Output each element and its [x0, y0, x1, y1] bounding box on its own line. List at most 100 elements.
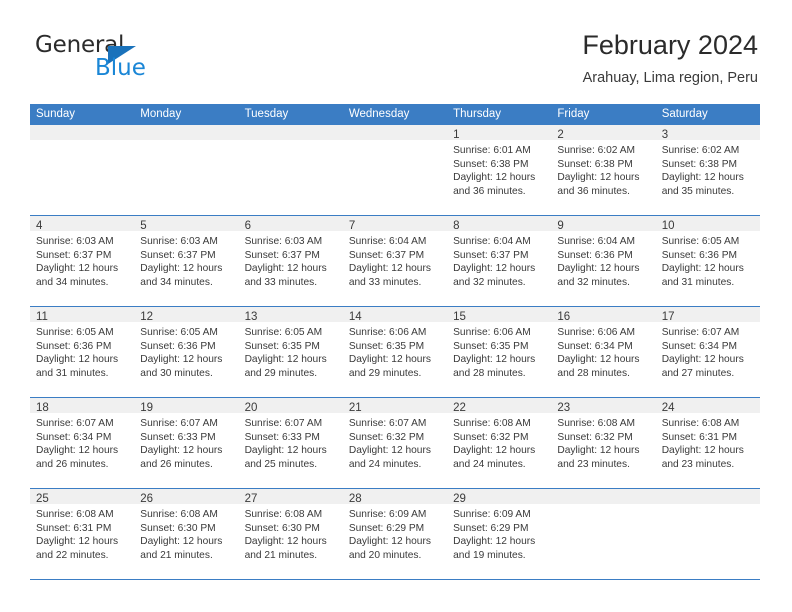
day-daylight-line1-text: Daylight: 12 hours: [453, 445, 536, 457]
calendar-day-cell[interactable]: 21 Sunrise: 6:07 AM Sunset: 6:32 PM Dayligh…: [342, 398, 448, 488]
day-number-band: 6: [238, 216, 343, 232]
day-sun-info: Sunrise: 6:02 AM Sunset: 6:38 PM Daylight:…: [551, 140, 655, 198]
calendar-day-cell[interactable]: 24 Sunrise: 6:08 AM Sunset: 6:31 PM Dayligh…: [655, 398, 760, 488]
day-daylight-line2-text: and 33 minutes.: [244, 276, 318, 288]
day-daylight-line2-text: and 33 minutes.: [348, 276, 422, 288]
day-number-band: 5: [134, 216, 239, 232]
calendar-week-row: 11 Sunrise: 6:05 AM Sunset: 6:36 PM Dayligh…: [30, 306, 760, 397]
day-daylight-line2-text: and 24 minutes.: [348, 458, 422, 470]
day-sunset-text: Sunset: 6:35 PM: [453, 340, 529, 352]
day-sunrise-text: Sunrise: 6:07 AM: [244, 418, 323, 429]
calendar-day-cell[interactable]: 10 Sunrise: 6:05 AM Sunset: 6:36 PM Dayligh…: [655, 216, 760, 306]
day-number: 11: [36, 311, 48, 323]
day-daylight-line1-text: Daylight: 12 hours: [557, 172, 640, 184]
day-number-band: [30, 125, 135, 140]
calendar-day-cell[interactable]: 20 Sunrise: 6:07 AM Sunset: 6:33 PM Dayligh…: [238, 398, 343, 488]
day-number-band: 25: [30, 489, 135, 505]
day-sun-info: Sunrise: 6:01 AM Sunset: 6:38 PM Daylight:…: [447, 140, 551, 198]
calendar-weeks: 1 Sunrise: 6:01 AM Sunset: 6:38 PM Daylight…: [30, 125, 760, 579]
calendar-day-cell[interactable]: 3 Sunrise: 6:02 AM Sunset: 6:38 PM Daylight…: [655, 125, 760, 215]
day-sunset-text: Sunset: 6:34 PM: [661, 340, 738, 352]
calendar-day-cell[interactable]: 18 Sunrise: 6:07 AM Sunset: 6:34 PM Dayligh…: [30, 398, 135, 488]
day-daylight-line1-text: Daylight: 12 hours: [348, 263, 431, 275]
calendar-week-row: 1 Sunrise: 6:01 AM Sunset: 6:38 PM Daylight…: [30, 125, 760, 215]
day-daylight-line1-text: Daylight: 12 hours: [36, 536, 119, 548]
calendar-day-cell[interactable]: 7 Sunrise: 6:04 AM Sunset: 6:37 PM Daylight…: [342, 216, 448, 306]
calendar-day-cell[interactable]: 8 Sunrise: 6:04 AM Sunset: 6:37 PM Daylight…: [447, 216, 552, 306]
calendar-day-cell[interactable]: 1 Sunrise: 6:01 AM Sunset: 6:38 PM Daylight…: [447, 125, 552, 215]
day-sunrise-text: Sunrise: 6:05 AM: [36, 327, 114, 338]
calendar-day-cell[interactable]: 5 Sunrise: 6:03 AM Sunset: 6:37 PM Daylight…: [134, 216, 239, 306]
calendar-day-cell[interactable]: 17 Sunrise: 6:07 AM Sunset: 6:34 PM Dayligh…: [655, 307, 760, 397]
page-subtitle: Arahuay, Lima region, Peru: [582, 70, 758, 86]
day-sun-info: Sunrise: 6:08 AM Sunset: 6:31 PM Daylight:…: [656, 413, 760, 471]
day-sun-info: Sunrise: 6:07 AM Sunset: 6:34 PM Daylight:…: [656, 322, 760, 380]
day-sunrise-text: Sunrise: 6:02 AM: [661, 145, 740, 156]
day-sun-info: [239, 140, 343, 144]
day-sun-info: Sunrise: 6:09 AM Sunset: 6:29 PM Daylight:…: [343, 504, 447, 562]
calendar-day-cell[interactable]: 25 Sunrise: 6:08 AM Sunset: 6:31 PM Dayligh…: [30, 489, 135, 579]
day-number-band: 20: [238, 398, 343, 414]
day-sun-info: Sunrise: 6:07 AM Sunset: 6:34 PM Daylight:…: [30, 413, 134, 471]
calendar-day-cell[interactable]: 4 Sunrise: 6:03 AM Sunset: 6:37 PM Daylight…: [30, 216, 135, 306]
day-daylight-line1-text: Daylight: 12 hours: [244, 536, 327, 548]
calendar-day-cell[interactable]: 29 Sunrise: 6:09 AM Sunset: 6:29 PM Dayligh…: [447, 489, 552, 579]
day-sunset-text: Sunset: 6:37 PM: [453, 249, 529, 261]
calendar-day-cell[interactable]: 16 Sunrise: 6:06 AM Sunset: 6:34 PM Dayligh…: [551, 307, 656, 397]
day-daylight-line1-text: Daylight: 12 hours: [453, 172, 536, 184]
day-number-band: [655, 489, 760, 504]
day-sun-info: Sunrise: 6:06 AM Sunset: 6:35 PM Daylight:…: [343, 322, 447, 380]
day-number-band: 16: [551, 307, 656, 323]
day-number-band: [342, 125, 448, 140]
day-number: 1: [453, 129, 460, 141]
day-sunset-text: Sunset: 6:37 PM: [348, 249, 425, 261]
weekday-header-monday: Monday: [140, 108, 182, 120]
day-sun-info: Sunrise: 6:02 AM Sunset: 6:38 PM Daylight:…: [656, 140, 760, 198]
day-sunrise-text: Sunrise: 6:07 AM: [140, 418, 218, 429]
calendar-day-cell[interactable]: 13 Sunrise: 6:05 AM Sunset: 6:35 PM Dayligh…: [238, 307, 343, 397]
day-sunrise-text: Sunrise: 6:08 AM: [557, 418, 635, 429]
day-number-band: 8: [447, 216, 552, 232]
calendar-week-row: 18 Sunrise: 6:07 AM Sunset: 6:34 PM Dayligh…: [30, 397, 760, 488]
day-number-band: 15: [447, 307, 552, 323]
day-number: 3: [661, 129, 669, 141]
day-sunrise-text: Sunrise: 6:06 AM: [557, 327, 635, 338]
calendar-day-cell[interactable]: 19 Sunrise: 6:07 AM Sunset: 6:33 PM Dayligh…: [134, 398, 239, 488]
calendar-day-cell[interactable]: 27 Sunrise: 6:08 AM Sunset: 6:30 PM Dayligh…: [238, 489, 343, 579]
day-number-band: [134, 125, 239, 140]
calendar-day-cell[interactable]: 9 Sunrise: 6:04 AM Sunset: 6:36 PM Daylight…: [551, 216, 656, 306]
day-daylight-line1-text: Daylight: 12 hours: [348, 445, 431, 457]
calendar-day-cell[interactable]: 12 Sunrise: 6:05 AM Sunset: 6:36 PM Dayligh…: [134, 307, 239, 397]
day-daylight-line2-text: and 19 minutes.: [453, 549, 526, 561]
day-daylight-line1-text: Daylight: 12 hours: [348, 536, 431, 548]
calendar-day-cell[interactable]: 26 Sunrise: 6:08 AM Sunset: 6:30 PM Dayligh…: [134, 489, 239, 579]
calendar-day-cell[interactable]: 2 Sunrise: 6:02 AM Sunset: 6:38 PM Daylight…: [551, 125, 656, 215]
day-number-band: 19: [134, 398, 239, 414]
day-sun-info: Sunrise: 6:05 AM Sunset: 6:36 PM Daylight:…: [30, 322, 134, 380]
calendar-day-cell[interactable]: 6 Sunrise: 6:03 AM Sunset: 6:37 PM Daylight…: [238, 216, 343, 306]
day-sunrise-text: Sunrise: 6:03 AM: [140, 236, 218, 247]
day-daylight-line2-text: and 29 minutes.: [244, 367, 318, 379]
calendar-day-cell[interactable]: 28 Sunrise: 6:09 AM Sunset: 6:29 PM Dayligh…: [342, 489, 448, 579]
calendar-day-cell-empty: [551, 489, 656, 579]
day-daylight-line1-text: Daylight: 12 hours: [661, 445, 744, 457]
day-sunrise-text: Sunrise: 6:06 AM: [348, 327, 427, 338]
day-number-band: 28: [342, 489, 448, 505]
day-sun-info: [134, 140, 238, 144]
day-sunset-text: Sunset: 6:32 PM: [557, 431, 633, 443]
day-number: 25: [36, 493, 49, 505]
day-sunset-text: Sunset: 6:36 PM: [557, 249, 633, 261]
day-number: 14: [348, 311, 362, 323]
day-sun-info: Sunrise: 6:07 AM Sunset: 6:33 PM Daylight:…: [134, 413, 238, 471]
calendar-day-cell[interactable]: 11 Sunrise: 6:05 AM Sunset: 6:36 PM Dayligh…: [30, 307, 135, 397]
day-number: 16: [557, 311, 571, 323]
day-sunset-text: Sunset: 6:35 PM: [244, 340, 320, 352]
day-daylight-line1-text: Daylight: 12 hours: [36, 354, 119, 366]
calendar-day-cell[interactable]: 23 Sunrise: 6:08 AM Sunset: 6:32 PM Dayligh…: [551, 398, 656, 488]
day-sun-info: Sunrise: 6:05 AM Sunset: 6:36 PM Daylight:…: [134, 322, 238, 380]
day-daylight-line2-text: and 31 minutes.: [36, 367, 109, 379]
day-sun-info: [551, 504, 655, 508]
calendar-day-cell[interactable]: 22 Sunrise: 6:08 AM Sunset: 6:32 PM Dayligh…: [447, 398, 552, 488]
calendar-day-cell[interactable]: 15 Sunrise: 6:06 AM Sunset: 6:35 PM Dayligh…: [447, 307, 552, 397]
calendar-day-cell[interactable]: 14 Sunrise: 6:06 AM Sunset: 6:35 PM Dayligh…: [342, 307, 448, 397]
